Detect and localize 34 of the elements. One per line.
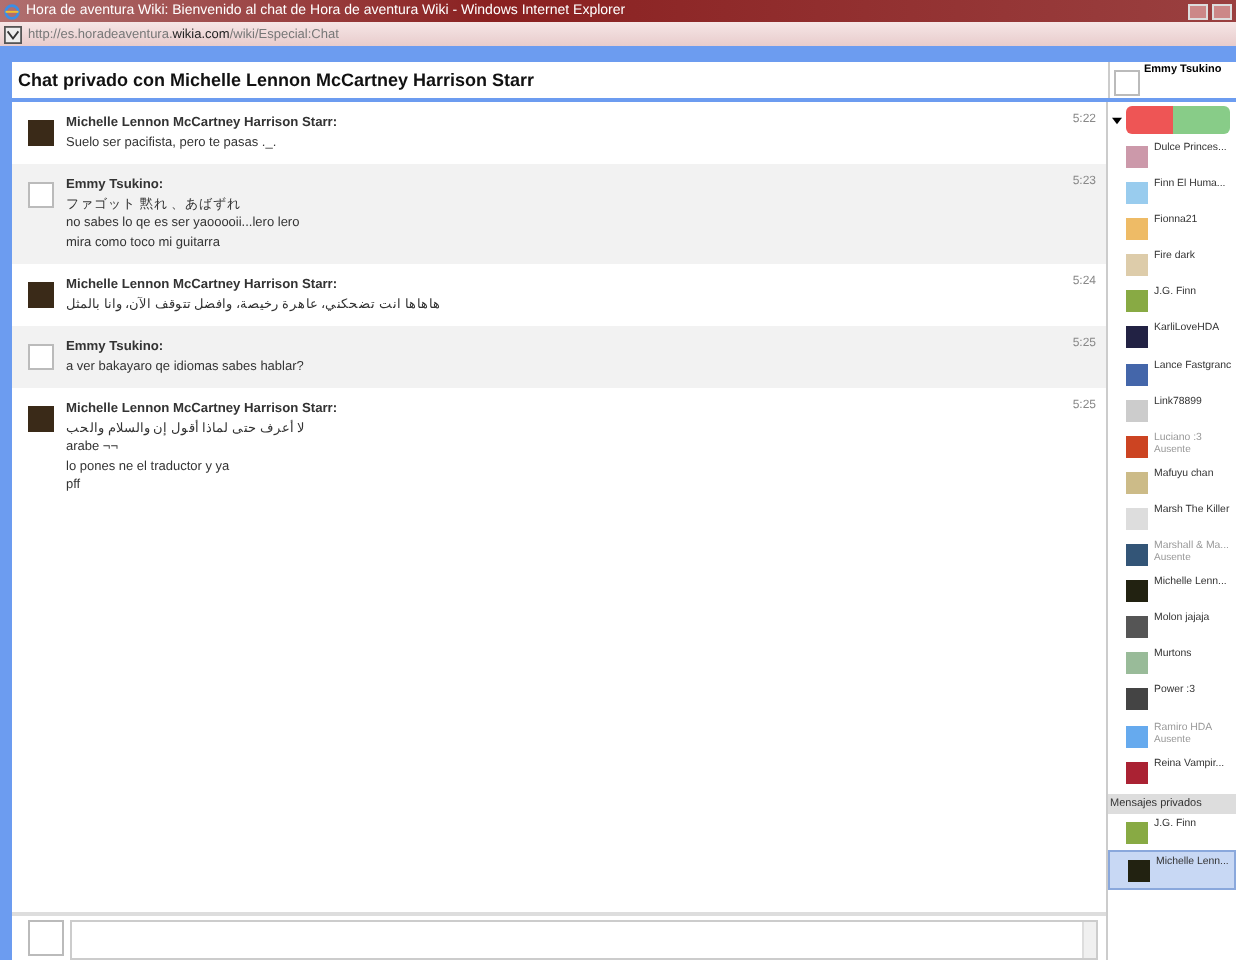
chat-title: Chat privado con Michelle Lennon McCartney Harrison Starr — [16, 68, 537, 94]
browser-icon — [4, 3, 20, 19]
minimize-button[interactable] — [1188, 3, 1208, 19]
scrollbar[interactable] — [1082, 922, 1096, 958]
user-avatar — [1126, 725, 1148, 747]
user-avatar — [1126, 652, 1148, 675]
favicon-icon — [4, 25, 22, 43]
user-avatar — [1126, 435, 1148, 458]
user-avatar — [28, 120, 54, 146]
user-avatar — [1126, 471, 1148, 494]
user-avatar — [1126, 218, 1148, 241]
collapse-triangle-icon[interactable] — [1112, 115, 1122, 125]
user-avatar — [1126, 688, 1148, 711]
message-input-field[interactable] — [70, 920, 1098, 960]
user-avatar — [1126, 580, 1148, 603]
user-avatar — [1126, 182, 1148, 205]
maximize-button[interactable] — [1212, 3, 1232, 19]
user-avatar — [28, 282, 54, 308]
user-avatar — [1126, 821, 1148, 844]
user-avatar — [1126, 507, 1148, 530]
user-avatar — [1126, 544, 1148, 567]
user-avatar — [28, 182, 54, 208]
user-avatar — [1128, 859, 1150, 882]
user-avatar — [1126, 399, 1148, 422]
user-avatar — [1126, 146, 1148, 168]
user-avatar — [1126, 616, 1148, 639]
user-avatar — [1126, 254, 1148, 277]
user-avatar — [1126, 290, 1148, 313]
user-avatar — [1126, 363, 1148, 386]
avatar-drawing — [1114, 70, 1140, 96]
user-avatar — [1126, 761, 1148, 784]
user-avatar — [1126, 326, 1148, 349]
user-avatar — [28, 406, 54, 432]
user-avatar — [28, 344, 54, 370]
